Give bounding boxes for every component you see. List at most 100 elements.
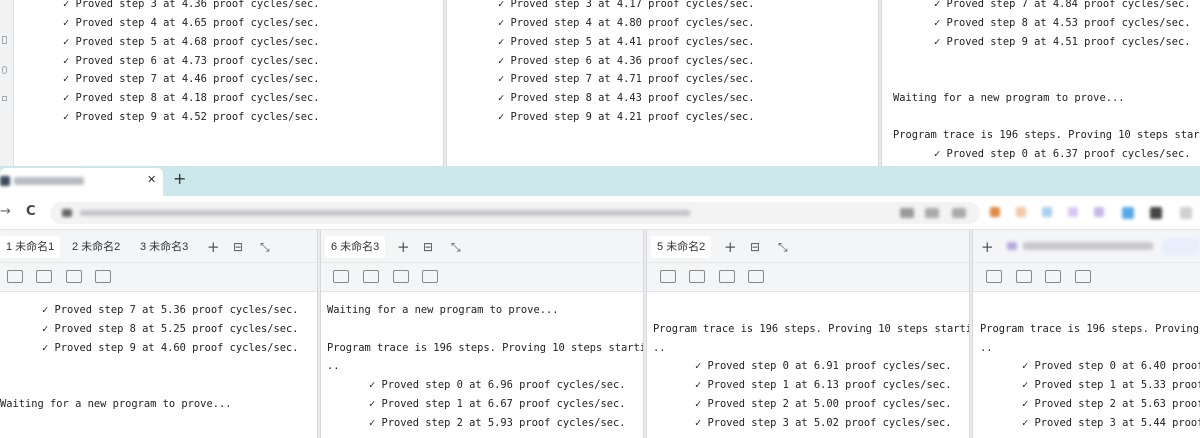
pane-tab-bar: 5 未命名2 + ⊟ ⤡: [647, 230, 969, 263]
output-line: ✓ Proved step 0 at 6.96 proof cycles/sec…: [369, 379, 626, 391]
pane-toolbar: [321, 263, 643, 292]
folder-sftp-icon[interactable]: [1016, 270, 1032, 283]
extension-icon[interactable]: [1122, 207, 1134, 219]
output-line: Program trace is 196 steps. Proving 10 s…: [893, 129, 1200, 141]
output-line: ✓ Proved step 8 at 4.53 proof cycles/sec…: [934, 17, 1191, 29]
output-line: ✓ Proved step 7 at 4.71 proof cycles/sec…: [498, 73, 755, 85]
output-line: ✓ Proved step 7 at 5.36 proof cycles/sec…: [42, 304, 299, 316]
file-send-icon[interactable]: [66, 270, 82, 283]
url-input[interactable]: [50, 202, 980, 224]
output-line: ..: [327, 360, 340, 372]
forward-icon[interactable]: →: [0, 204, 11, 219]
pane-tab-bar: +: [973, 230, 1200, 263]
site-info-icon: [62, 209, 72, 217]
pane-tab-bar: 6 未命名3 + ⊟ ⤡: [321, 230, 643, 263]
output-line: ✓ Proved step 9 at 4.52 proof cycles/sec…: [63, 111, 320, 123]
extension-icon[interactable]: [1042, 207, 1052, 217]
output-line: ✓ Proved step 1 at 6.13 proof cycles/sec…: [695, 379, 952, 391]
folder-sftp-icon[interactable]: [363, 270, 379, 283]
file-send-icon[interactable]: [393, 270, 409, 283]
add-tab-icon[interactable]: +: [397, 240, 410, 255]
pane-divider[interactable]: [443, 0, 447, 166]
add-tab-icon[interactable]: +: [207, 240, 220, 255]
top-pane-2: ✓ Proved step 3 at 4.17 proof cycles/sec…: [448, 0, 878, 166]
extension-icon[interactable]: [1016, 207, 1026, 217]
output-line: ✓ Proved step 9 at 4.51 proof cycles/sec…: [934, 36, 1191, 48]
tab-session-3[interactable]: 3 未命名3: [134, 236, 194, 258]
background-window: ✓ Proved step 3 at 4.36 proof cycles/sec…: [0, 0, 1200, 166]
output-line: ✓ Proved step 2 at 5.00 proof cycles/sec…: [695, 398, 952, 410]
split-icon[interactable]: ⊟: [423, 240, 433, 254]
tab-session-6[interactable]: 6 未命名3: [325, 236, 386, 258]
extension-icon: [952, 208, 966, 218]
output-line: ✓ Proved step 7 at 4.46 proof cycles/sec…: [63, 73, 320, 85]
terminal-pane-4: + Program trace is 196 steps. Proving 10…: [973, 230, 1200, 438]
new-tab-button[interactable]: +: [173, 169, 186, 188]
extension-icon[interactable]: [1150, 207, 1162, 219]
output-line: ✓ Proved step 1 at 5.33 proof cycl: [1022, 379, 1200, 391]
add-tab-icon[interactable]: +: [981, 240, 994, 255]
extension-popup-button[interactable]: [1161, 238, 1200, 256]
expand-icon[interactable]: ⤡: [778, 240, 788, 254]
output-line: ✓ Proved step 5 at 4.41 proof cycles/sec…: [498, 36, 755, 48]
browser-tab[interactable]: ✕: [0, 168, 163, 196]
pane-divider[interactable]: [878, 0, 882, 166]
folder-sftp-icon[interactable]: [689, 270, 705, 283]
output-line: ✓ Proved step 3 at 5.02 proof cycles/sec…: [695, 417, 952, 429]
extension-icon[interactable]: [1094, 207, 1104, 217]
output-line: Waiting for a new program to prove...: [327, 304, 559, 316]
terminal-pane-2: 6 未命名3 + ⊟ ⤡ Waiting for a new program t…: [321, 230, 643, 438]
code-icon[interactable]: [7, 270, 23, 283]
monitor-icon[interactable]: [422, 270, 438, 283]
output-line: ✓ Proved step 3 at 5.44 proof cycl: [1022, 417, 1200, 429]
file-send-icon[interactable]: [1045, 270, 1061, 283]
pane-tab-bar: 1 未命名1 2 未命名2 3 未命名3 + ⊟ ⤡: [0, 230, 317, 263]
output-line: ✓ Proved step 3 at 4.17 proof cycles/sec…: [498, 0, 755, 10]
url-text-redacted: [80, 210, 690, 216]
output-line: ✓ Proved step 1 at 6.67 proof cycles/sec…: [369, 398, 626, 410]
extension-icon[interactable]: [990, 207, 1000, 217]
output-line: ✓ Proved step 2 at 5.63 proof cycl: [1022, 398, 1200, 410]
terminal-pane-3: 5 未命名2 + ⊟ ⤡ Program trace is 196 steps.…: [647, 230, 969, 438]
monitor-icon[interactable]: [95, 270, 111, 283]
output-line: ✓ Proved step 9 at 4.21 proof cycles/sec…: [498, 111, 755, 123]
tab-session-2[interactable]: 2 未命名2: [66, 236, 126, 258]
pane-toolbar: [0, 263, 317, 292]
pane-toolbar: [647, 263, 969, 292]
extension-icon[interactable]: [1180, 207, 1192, 219]
output-line: Waiting for a new program to prove...: [893, 92, 1125, 104]
code-icon[interactable]: [333, 270, 349, 283]
monitor-icon[interactable]: [1075, 270, 1091, 283]
reload-icon[interactable]: C: [26, 204, 36, 219]
monitor-icon[interactable]: [748, 270, 764, 283]
extension-popup-icon[interactable]: [1007, 242, 1017, 250]
code-icon[interactable]: [660, 270, 676, 283]
add-tab-icon[interactable]: +: [724, 240, 737, 255]
favicon-icon: [0, 176, 10, 186]
extension-icon[interactable]: [1068, 207, 1078, 217]
output-line: ✓ Proved step 6 at 4.73 proof cycles/sec…: [63, 55, 320, 67]
code-icon[interactable]: [986, 270, 1002, 283]
output-line: Program trace is 196 steps. Proving 10 s…: [653, 323, 969, 335]
expand-icon[interactable]: ⤡: [260, 240, 270, 254]
redacted-text: [1023, 242, 1153, 250]
split-icon[interactable]: ⊟: [750, 240, 760, 254]
output-line: ✓ Proved step 8 at 4.43 proof cycles/sec…: [498, 92, 755, 104]
output-line: ✓ Proved step 0 at 6.37 proof cycles/sec…: [934, 148, 1191, 160]
output-line: ✓ Proved step 4 at 4.80 proof cycles/sec…: [498, 17, 755, 29]
tab-session-1[interactable]: 1 未命名1: [0, 236, 61, 258]
output-line: ✓ Proved step 5 at 4.68 proof cycles/sec…: [63, 36, 320, 48]
file-send-icon[interactable]: [719, 270, 735, 283]
folder-sftp-icon[interactable]: [36, 270, 52, 283]
output-line: Program trace is 196 steps. Proving 10 s…: [980, 323, 1199, 335]
tab-session-5[interactable]: 5 未命名2: [651, 236, 712, 258]
output-line: ✓ Proved step 8 at 5.25 proof cycles/sec…: [42, 323, 299, 335]
extension-icon: [900, 208, 914, 218]
output-line: Program trace is 196 steps. Proving 10 s…: [327, 342, 643, 354]
extension-icon: [925, 208, 939, 218]
output-line: ✓ Proved step 0 at 6.40 proof cycl: [1022, 360, 1200, 372]
close-icon[interactable]: ✕: [147, 173, 156, 186]
split-icon[interactable]: ⊟: [233, 240, 243, 254]
expand-icon[interactable]: ⤡: [451, 240, 461, 254]
output-line: ✓ Proved step 0 at 6.91 proof cycles/sec…: [695, 360, 952, 372]
